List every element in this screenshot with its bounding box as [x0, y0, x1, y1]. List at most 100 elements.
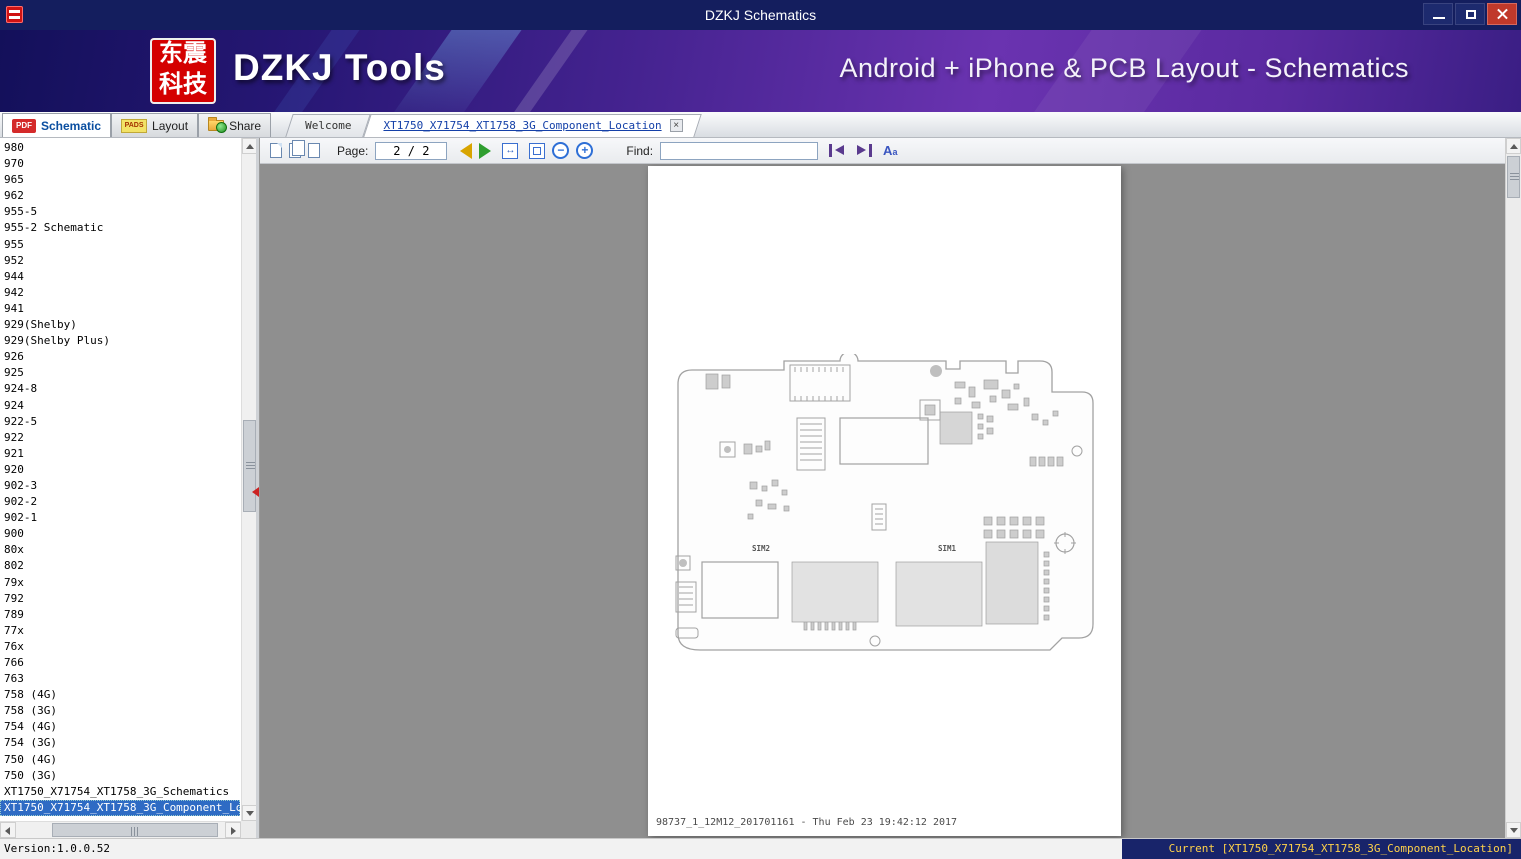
logo-line2: 科技 [159, 71, 207, 98]
page-spread-icon[interactable] [308, 143, 320, 158]
sidebar-item[interactable]: 900 [0, 526, 240, 542]
sidebar-horizontal-scrollbar[interactable] [0, 821, 241, 838]
sidebar-item[interactable]: 980 [0, 140, 240, 156]
tabbar: PDF Schematic PADS Layout Share Welcome … [0, 112, 1521, 138]
scrollbar-thumb[interactable] [52, 823, 218, 837]
sidebar-vertical-scrollbar[interactable] [241, 138, 257, 821]
sidebar-item[interactable]: 792 [0, 591, 240, 607]
sidebar-item[interactable]: 902-2 [0, 494, 240, 510]
tab-layout[interactable]: PADS Layout [111, 113, 199, 137]
sidebar-item[interactable]: 920 [0, 462, 240, 478]
sidebar: 980 970 965 962 955-5 955-2 Schematic 955 952 94… [0, 138, 260, 838]
page-label: Page: [337, 143, 369, 158]
sidebar-item[interactable]: 955-5 [0, 204, 240, 220]
window-controls [1423, 3, 1517, 25]
app-icon [6, 6, 23, 23]
scrollbar-thumb[interactable] [1507, 156, 1520, 198]
pdf-viewer[interactable]: SIM2 SIM1 98737_1_12M12_201701161 - Thu … [260, 164, 1505, 838]
sidebar-item[interactable]: 902-1 [0, 510, 240, 526]
maximize-icon [1466, 10, 1476, 19]
close-button[interactable] [1487, 3, 1517, 25]
previous-page-icon[interactable] [460, 142, 473, 159]
sidebar-item[interactable]: 922-5 [0, 414, 240, 430]
sidebar-item[interactable]: 758 (4G) [0, 687, 240, 703]
find-label: Find: [626, 143, 654, 158]
sidebar-item[interactable]: 79x [0, 575, 240, 591]
tab-schematic[interactable]: PDF Schematic [2, 113, 112, 137]
sidebar-item[interactable]: 929(Shelby) [0, 317, 240, 333]
sidebar-item[interactable]: XT1750_X71754_XT1758_3G_Schematics [0, 784, 240, 800]
scroll-up-icon[interactable] [242, 138, 257, 154]
sidebar-item[interactable]: 758 (3G) [0, 703, 240, 719]
pdf-page: SIM2 SIM1 98737_1_12M12_201701161 - Thu … [648, 166, 1121, 836]
sidebar-item[interactable]: 763 [0, 671, 240, 687]
scroll-down-icon[interactable] [1506, 822, 1521, 838]
find-input[interactable] [660, 141, 819, 160]
match-case-icon[interactable]: Aa [883, 143, 897, 158]
fit-page-icon[interactable] [529, 142, 546, 159]
zoom-in-icon[interactable]: + [576, 142, 594, 159]
sidebar-item[interactable]: 77x [0, 623, 240, 639]
facing-pages-icon[interactable] [289, 140, 305, 158]
doc-tab-component-location[interactable]: XT1750_X71754_XT1758_3G_Component_Locati… [363, 114, 703, 137]
tab-schematic-label: Schematic [41, 118, 102, 133]
scroll-up-icon[interactable] [1506, 138, 1521, 154]
sidebar-item[interactable]: 924-8 [0, 381, 240, 397]
sidebar-item[interactable]: 76x [0, 639, 240, 655]
sidebar-item[interactable]: 926 [0, 349, 240, 365]
maximize-button[interactable] [1455, 3, 1485, 25]
sidebar-item[interactable]: 944 [0, 269, 240, 285]
zoom-out-icon[interactable]: − [552, 142, 570, 159]
scrollbar-corner [241, 821, 256, 838]
viewer-vertical-scrollbar[interactable] [1505, 138, 1521, 838]
find-next-icon[interactable] [856, 144, 873, 157]
scrollbar-thumb[interactable] [243, 420, 256, 512]
sidebar-item[interactable]: 750 (3G) [0, 768, 240, 784]
sidebar-item[interactable]: 955 [0, 237, 240, 253]
sidebar-item[interactable]: 902-3 [0, 478, 240, 494]
pdf-icon: PDF [12, 118, 36, 133]
single-page-icon[interactable] [270, 143, 282, 158]
sidebar-item[interactable]: 924 [0, 398, 240, 414]
tab-layout-label: Layout [152, 118, 189, 133]
sidebar-item[interactable]: 965 [0, 172, 240, 188]
sidebar-item[interactable]: 80x [0, 542, 240, 558]
version-text: Version:1.0.0.52 [4, 842, 110, 855]
sidebar-item[interactable]: XT1750_X71754_XT1758_3G_Component_Loca [0, 799, 240, 816]
sidebar-item[interactable]: 952 [0, 253, 240, 269]
scroll-right-icon[interactable] [225, 822, 241, 838]
tab-share[interactable]: Share [198, 113, 272, 137]
titlebar: DZKJ Schematics [0, 0, 1521, 30]
sidebar-item[interactable]: 942 [0, 285, 240, 301]
scroll-down-icon[interactable] [242, 805, 257, 821]
sidebar-item[interactable]: 925 [0, 365, 240, 381]
current-document-text: Current [XT1750_X71754_XT1758_3G_Compone… [1122, 839, 1521, 859]
doc-tab-welcome[interactable]: Welcome [285, 114, 372, 137]
brand-title: DZKJ Tools [233, 47, 446, 88]
sidebar-item[interactable]: 921 [0, 446, 240, 462]
sidebar-item[interactable]: 766 [0, 655, 240, 671]
pads-icon: PADS [121, 118, 148, 133]
sidebar-item[interactable]: 970 [0, 156, 240, 172]
sidebar-item[interactable]: 941 [0, 301, 240, 317]
sidebar-item[interactable]: 955-2 Schematic [0, 220, 240, 236]
sidebar-item[interactable]: 750 (4G) [0, 752, 240, 768]
tab-close-icon[interactable]: × [669, 119, 683, 132]
banner-streak [501, 30, 595, 112]
sidebar-item[interactable]: 922 [0, 430, 240, 446]
minimize-button[interactable] [1423, 3, 1453, 25]
find-previous-icon[interactable] [829, 144, 845, 157]
sidebar-item[interactable]: 929(Shelby Plus) [0, 333, 240, 349]
sidebar-item[interactable]: 754 (4G) [0, 719, 240, 735]
splitter-collapse-icon[interactable] [252, 487, 259, 497]
sim2-label: SIM2 [752, 544, 770, 553]
next-page-icon[interactable] [479, 142, 492, 159]
page-number-input[interactable] [375, 141, 448, 160]
fit-width-icon[interactable]: ↔ [502, 142, 519, 159]
sidebar-item[interactable]: 962 [0, 188, 240, 204]
minimize-icon [1433, 17, 1445, 19]
scroll-left-icon[interactable] [0, 822, 16, 838]
sidebar-item[interactable]: 754 (3G) [0, 735, 240, 751]
sidebar-item[interactable]: 789 [0, 607, 240, 623]
sidebar-item[interactable]: 802 [0, 558, 240, 574]
